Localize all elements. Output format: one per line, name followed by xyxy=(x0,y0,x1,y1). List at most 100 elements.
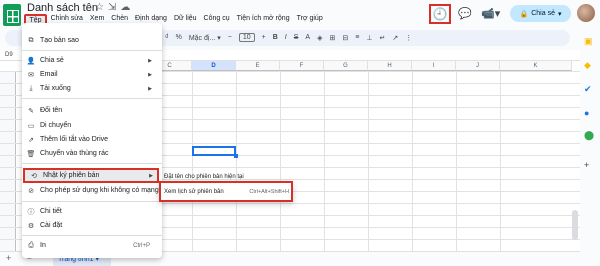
menu-extensions[interactable]: Tiện ích mở rộng xyxy=(233,14,293,27)
submenu-arrow-icon: ▶ xyxy=(148,71,152,78)
menu-item-version-history[interactable]: ⟲ Nhật ký phiên bản ▶ xyxy=(23,168,159,183)
merge-icon[interactable]: ⊟ xyxy=(342,34,348,42)
menu-help[interactable]: Trợ giúp xyxy=(293,14,326,27)
add-addon-icon[interactable]: + xyxy=(584,160,589,170)
keep-icon[interactable]: ◆ xyxy=(584,60,591,71)
column-header[interactable]: K xyxy=(500,61,572,71)
grid-col-line xyxy=(412,61,413,251)
text-color-button[interactable]: A xyxy=(305,34,310,41)
cloud-status-icon[interactable]: ☁ xyxy=(120,2,130,13)
history-icon: ⟲ xyxy=(31,172,37,180)
submenu-item-see-history[interactable]: Xem lịch sử phiên bản Ctrl+Alt+Shift+H xyxy=(164,187,289,197)
more-icon[interactable]: ⋮ xyxy=(405,34,412,42)
menu-item-settings[interactable]: ⚙ Cài đặt xyxy=(22,219,162,232)
grid-col-line xyxy=(192,61,193,251)
fill-color-icon[interactable]: ◈ xyxy=(317,34,322,42)
submenu-arrow-icon: ▶ xyxy=(148,85,152,92)
rename-icon: ✎ xyxy=(28,107,34,115)
rotate-icon[interactable]: ↗ xyxy=(392,34,398,42)
title-icons: ☆ ⇲ ☁ xyxy=(95,2,130,13)
menu-item-add-shortcut[interactable]: ⇗ Thêm lối tắt vào Drive xyxy=(22,133,162,146)
download-icon: ⤓ xyxy=(29,84,33,92)
grid-col-line xyxy=(368,61,369,251)
strikethrough-button[interactable]: S xyxy=(294,34,299,41)
column-header[interactable]: D xyxy=(192,61,236,71)
meet-icon[interactable]: 📹▾ xyxy=(481,7,500,20)
settings-icon: ⚙ xyxy=(27,222,35,230)
document-title[interactable]: Danh sách tên xyxy=(27,2,98,14)
shortcut-icon: ⇗ xyxy=(28,136,34,144)
offline-icon: ⊘ xyxy=(28,187,34,195)
currency-button[interactable]: ₫ xyxy=(165,34,169,41)
menu-item-move[interactable]: ▭ Di chuyển xyxy=(22,119,162,132)
share-button[interactable]: 🔒 Chia sẻ ▾ xyxy=(510,5,571,22)
menu-data[interactable]: Dữ liệu xyxy=(170,14,200,27)
column-header[interactable]: J xyxy=(456,61,500,71)
tasks-icon[interactable]: ✔ xyxy=(584,84,592,95)
font-size-input[interactable]: 10 xyxy=(238,33,255,42)
menu-tools[interactable]: Công cụ xyxy=(200,14,233,27)
shortcut-label: Ctrl+Alt+Shift+H xyxy=(249,189,289,195)
valign-icon[interactable]: ⊥ xyxy=(366,34,372,42)
email-icon: ✉ xyxy=(28,71,34,79)
menu-item-trash[interactable]: 🗑 Chuyển vào thùng rác xyxy=(22,147,162,160)
submenu-arrow-icon: ▶ xyxy=(148,57,152,64)
menu-item-print[interactable]: ⎙ In Ctrl+P xyxy=(22,239,162,252)
menu-divider xyxy=(22,50,162,51)
version-history-button[interactable]: 🕘 xyxy=(429,4,451,24)
avatar[interactable] xyxy=(577,4,595,22)
trash-icon: 🗑 xyxy=(26,150,36,158)
column-header[interactable]: H xyxy=(368,61,412,71)
cell-reference[interactable]: D9 xyxy=(5,52,13,58)
menu-item-email[interactable]: ✉ Email ▶ xyxy=(22,68,162,81)
menu-item-make-copy[interactable]: ⧉ Tạo bản sao xyxy=(22,34,162,47)
wrap-icon[interactable]: ↵ xyxy=(379,34,385,42)
italic-button[interactable]: I xyxy=(285,34,287,41)
calendar-icon[interactable]: ▣ xyxy=(584,36,593,47)
copy-icon: ⧉ xyxy=(28,36,34,44)
bold-button[interactable]: B xyxy=(273,34,278,41)
selected-cell[interactable] xyxy=(192,146,238,158)
lock-icon: 🔒 xyxy=(519,10,529,18)
submenu-arrow-icon: ▶ xyxy=(149,172,153,179)
comments-icon[interactable]: 💬 xyxy=(458,7,472,20)
font-select[interactable]: Mặc đị... ▾ xyxy=(189,34,221,42)
toolbar-items: ₫ % Mặc đị... ▾ − 10 + B I S A ◈ ⊞ ⊟ ≡ ⊥… xyxy=(165,33,412,42)
history-icon: 🕘 xyxy=(432,7,448,21)
column-header[interactable]: F xyxy=(280,61,324,71)
maps-icon[interactable]: ⬤ xyxy=(584,130,594,141)
grid-col-line xyxy=(500,61,501,251)
menu-divider xyxy=(22,235,162,236)
font-size-decrease-button[interactable]: − xyxy=(228,34,232,41)
font-label: Mặc đị... xyxy=(188,34,216,42)
star-icon[interactable]: ☆ xyxy=(95,2,104,13)
person-add-icon: 👤 xyxy=(26,57,36,65)
move-folder-icon[interactable]: ⇲ xyxy=(108,2,116,13)
contacts-icon[interactable]: ● xyxy=(584,108,589,118)
print-icon: ⎙ xyxy=(28,241,34,249)
menu-item-details[interactable]: ⓘ Chi tiết xyxy=(22,205,162,218)
font-size-increase-button[interactable]: + xyxy=(262,34,266,41)
percent-button[interactable]: % xyxy=(176,34,182,41)
column-header[interactable]: G xyxy=(324,61,368,71)
vertical-scrollbar[interactable] xyxy=(572,210,578,240)
column-header[interactable]: I xyxy=(412,61,456,71)
menu-divider xyxy=(22,98,162,99)
menu-item-rename[interactable]: ✎ Đổi tên xyxy=(22,104,162,117)
shortcut-label: Ctrl+P xyxy=(133,242,150,249)
borders-icon[interactable]: ⊞ xyxy=(329,34,335,42)
grid-col-line xyxy=(456,61,457,251)
chevron-down-icon: ▾ xyxy=(557,10,562,18)
share-label: Chia sẻ xyxy=(531,10,555,17)
menu-item-share[interactable]: 👤 Chia sẻ ▶ xyxy=(22,54,162,67)
add-sheet-icon[interactable]: + xyxy=(6,253,11,263)
sheets-logo-icon[interactable] xyxy=(3,4,21,26)
menu-item-download[interactable]: ⤓ Tải xuống ▶ xyxy=(22,82,162,95)
info-icon: ⓘ xyxy=(27,208,35,216)
column-header[interactable]: E xyxy=(236,61,280,71)
row-header-column xyxy=(0,71,16,251)
move-icon: ▭ xyxy=(27,122,35,130)
grid-col-line xyxy=(280,61,281,251)
align-icon[interactable]: ≡ xyxy=(355,34,359,41)
menu-item-offline[interactable]: ⊘ Cho phép sử dụng khi không có mạng xyxy=(22,184,162,197)
